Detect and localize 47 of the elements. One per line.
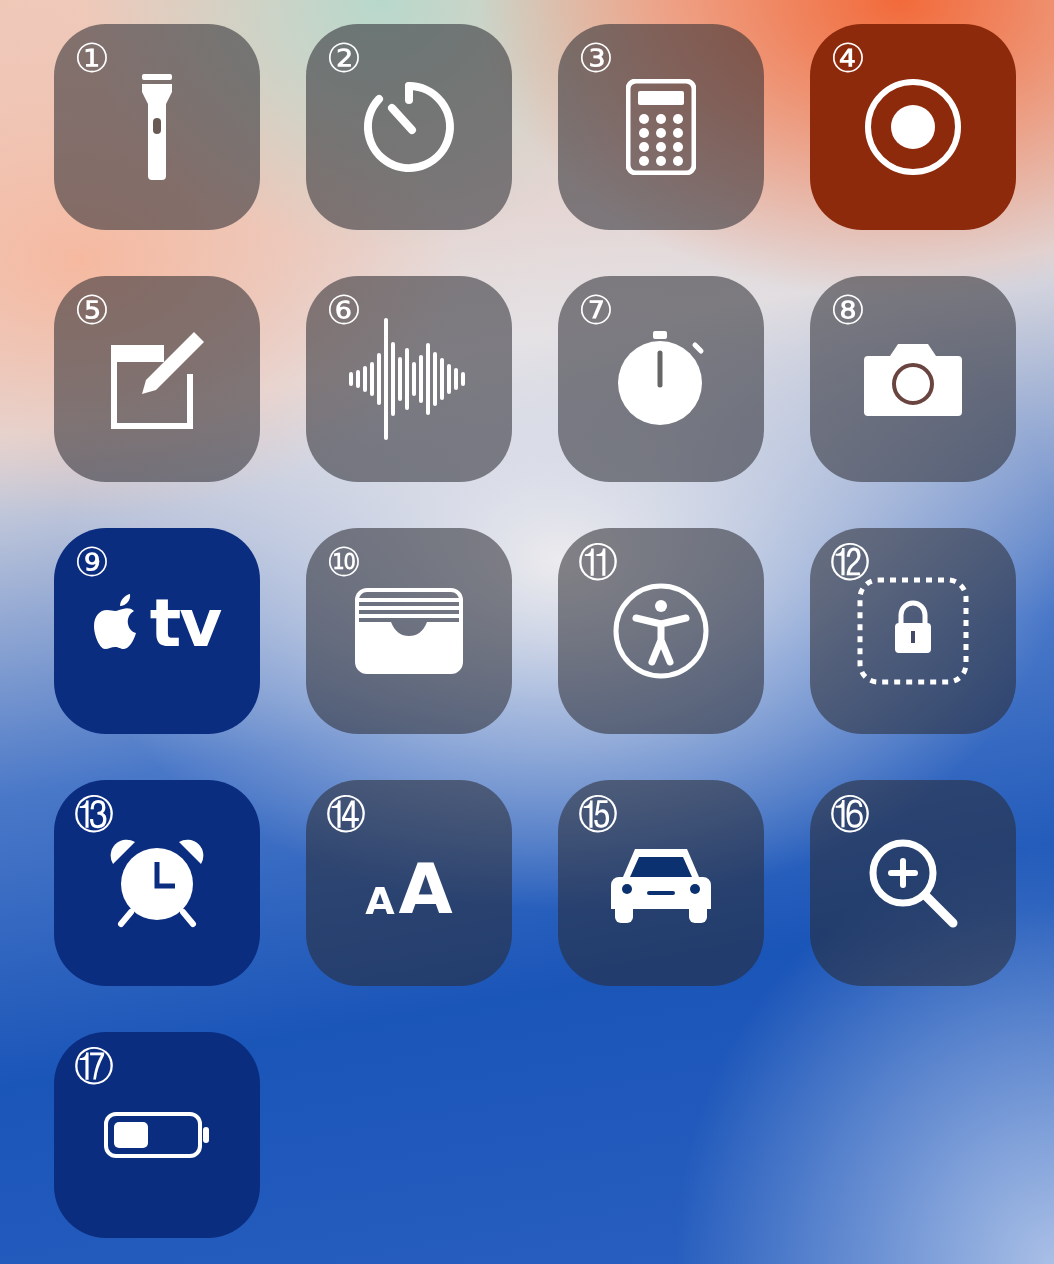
- control-tile[interactable]: ⑬: [54, 780, 260, 986]
- number-label: ⑰: [74, 1046, 114, 1086]
- number-label: ⑨: [74, 542, 110, 582]
- zoom-in-icon: [867, 837, 959, 929]
- timer-icon: [362, 80, 456, 174]
- number-label: ④: [830, 38, 866, 78]
- control-tile[interactable]: ④: [810, 24, 1016, 230]
- camera-icon: [864, 342, 962, 416]
- control-tile[interactable]: ②: [306, 24, 512, 230]
- number-label: ⑫: [830, 542, 870, 582]
- record-icon: [863, 77, 963, 177]
- number-label: ⑭: [326, 794, 366, 834]
- control-tile[interactable]: ⑰: [54, 1032, 260, 1238]
- number-label: ①: [74, 38, 110, 78]
- control-tile[interactable]: ⑩: [306, 528, 512, 734]
- accessibility-icon: [612, 582, 710, 680]
- tv-label: tv: [149, 591, 221, 657]
- flashlight-icon: [142, 74, 172, 180]
- control-tile[interactable]: ⑭ AA: [306, 780, 512, 986]
- control-tile[interactable]: ①: [54, 24, 260, 230]
- number-label: ⑥: [326, 290, 362, 330]
- number-label: ⑤: [74, 290, 110, 330]
- large-letter: A: [398, 854, 453, 924]
- battery-icon: [103, 1111, 211, 1159]
- number-label: ②: [326, 38, 362, 78]
- number-label: ⑩: [326, 542, 362, 582]
- alarm-clock-icon: [109, 838, 205, 928]
- number-label: ⑦: [578, 290, 614, 330]
- control-tile[interactable]: ⑪: [558, 528, 764, 734]
- number-label: ③: [578, 38, 614, 78]
- wallet-icon: [355, 588, 463, 674]
- number-label: ⑯: [830, 794, 870, 834]
- number-label: ⑬: [74, 794, 114, 834]
- control-tile[interactable]: ⑮: [558, 780, 764, 986]
- control-tile[interactable]: ⑫: [810, 528, 1016, 734]
- control-tile[interactable]: ⑦: [558, 276, 764, 482]
- control-tile[interactable]: ⑧: [810, 276, 1016, 482]
- control-tile[interactable]: ⑥: [306, 276, 512, 482]
- small-letter: A: [365, 882, 395, 920]
- number-label: ⑮: [578, 794, 618, 834]
- number-label: ⑧: [830, 290, 866, 330]
- number-label: ⑪: [578, 542, 618, 582]
- control-tile[interactable]: ⑨ tv: [54, 528, 260, 734]
- control-tile[interactable]: ③: [558, 24, 764, 230]
- calculator-icon: [626, 79, 696, 175]
- control-tile[interactable]: ⑤: [54, 276, 260, 482]
- control-tile[interactable]: ⑯: [810, 780, 1016, 986]
